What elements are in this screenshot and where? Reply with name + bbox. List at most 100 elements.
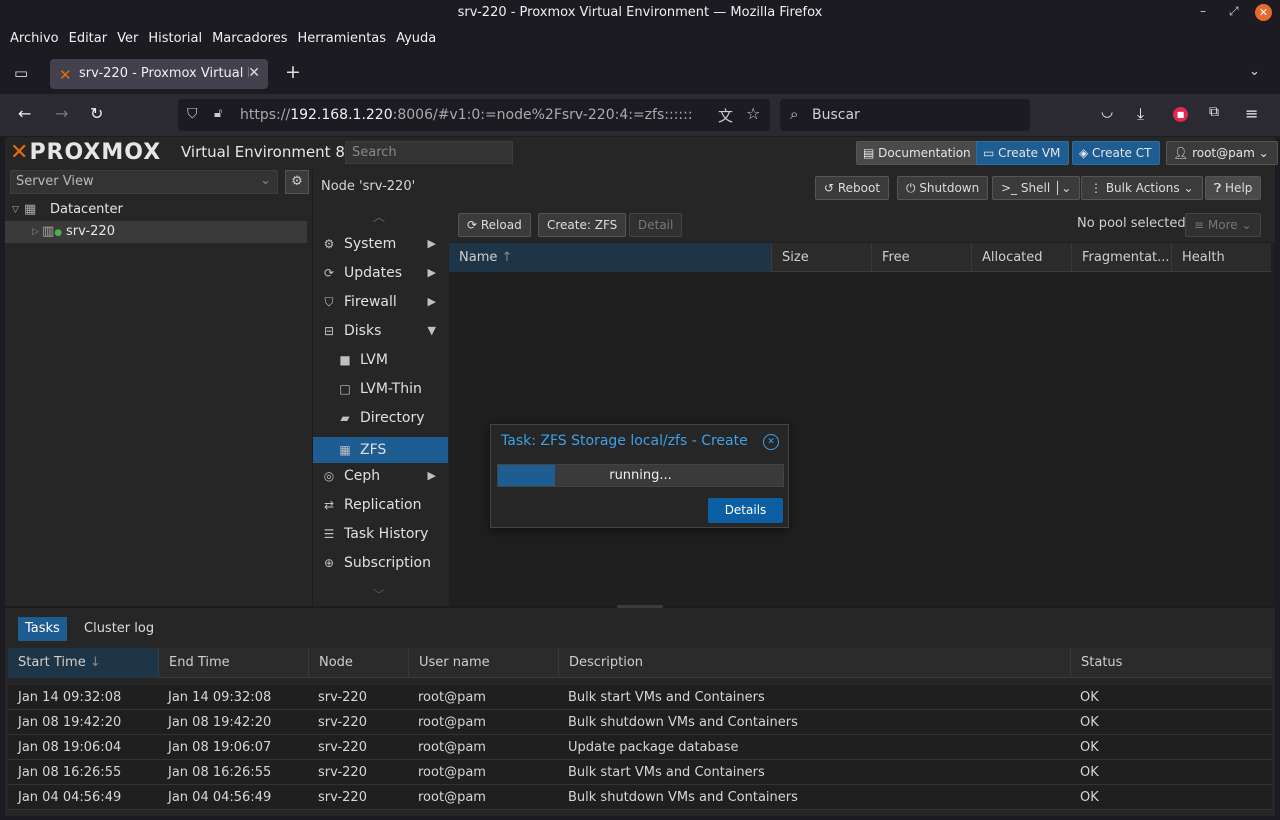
table-row[interactable]: Jan 14 09:32:08 Jan 14 09:32:08 srv-220 roo… (8, 685, 1272, 710)
lock-warning-icon[interactable]: 🔓︎ (214, 106, 222, 121)
column-end-time[interactable]: End Time (158, 648, 308, 678)
forward-icon[interactable]: → (55, 104, 68, 123)
documentation-button[interactable]: ▤ Documentation (856, 141, 980, 165)
menu-item-zfs[interactable]: ▦ ZFS (313, 437, 448, 463)
browser-tab[interactable]: ✕ srv-220 - Proxmox Virtual Environment … (50, 59, 268, 89)
column-start-time[interactable]: Start Time ↓ (8, 648, 158, 678)
tree-item-node[interactable]: ▷ ▥● srv-220 (5, 221, 307, 243)
downloads-icon[interactable]: ⤓ (1137, 104, 1144, 124)
close-icon[interactable]: ✕ (763, 434, 779, 450)
bulk-actions-button[interactable]: ⋮ Bulk Actions ⌄ (1081, 176, 1203, 200)
close-window-icon[interactable]: ✕ (1255, 4, 1272, 21)
menu-herramientas[interactable]: Herramientas (293, 28, 392, 50)
shell-button[interactable]: >_ Shell │⌄ (992, 176, 1081, 200)
reboot-button[interactable]: ↺ Reboot (815, 176, 890, 200)
column-free[interactable]: Free (871, 243, 971, 272)
column-fragmentation[interactable]: Fragmentat... (1071, 243, 1171, 272)
shutdown-button[interactable]: ⏻ Shutdown (897, 176, 989, 200)
cell-user-name: root@pam (418, 740, 486, 755)
detail-button[interactable]: Detail (629, 213, 683, 237)
create-ct-button[interactable]: ◈ Create CT (1072, 141, 1161, 165)
menu-item-system[interactable]: ⚙ System ▶ (313, 231, 448, 257)
menu-editar[interactable]: Editar (64, 28, 113, 50)
collapse-arrow-icon[interactable]: ▽ (12, 199, 19, 221)
list-tabs-icon[interactable]: ⌄ (1249, 64, 1260, 79)
menu-ayuda[interactable]: Ayuda (391, 28, 441, 50)
support-icon: ⊕ (323, 556, 335, 570)
column-status[interactable]: Status (1070, 648, 1272, 678)
table-row[interactable]: Jan 04 04:56:49 Jan 04 04:56:49 srv-220 roo… (8, 785, 1272, 810)
server-online-icon: ▥● (42, 224, 63, 239)
shield-icon[interactable]: ⛉ (187, 106, 198, 122)
back-icon[interactable]: ← (18, 104, 31, 123)
menu-item-subscription[interactable]: ⊕ Subscription (313, 550, 448, 576)
column-size[interactable]: Size (771, 243, 871, 272)
details-button[interactable]: Details (708, 498, 783, 523)
more-button[interactable]: ≡ More ⌄ (1185, 213, 1261, 237)
url-text[interactable]: https://192.168.1.220:8006/#v1:0:=node%2… (240, 107, 693, 123)
hdd-icon: ⊟ (323, 324, 335, 338)
reload-button[interactable]: ⟳ Reload (458, 213, 531, 237)
menu-item-replication[interactable]: ⇄ Replication (313, 492, 448, 518)
column-description[interactable]: Description (558, 648, 1070, 678)
translate-icon[interactable]: 文 (718, 105, 733, 126)
minimize-icon[interactable]: – (1200, 4, 1206, 18)
column-node[interactable]: Node (308, 648, 408, 678)
extension-lock-icon[interactable]: ■ (1173, 107, 1188, 122)
menu-item-directory[interactable]: ▰ Directory (313, 405, 448, 431)
help-button[interactable]: ❓︎ Help (1205, 176, 1262, 200)
tree-label-node: srv-220 (66, 224, 115, 239)
menu-item-updates[interactable]: ⟳ Updates ▶ (313, 260, 448, 286)
create-zfs-button[interactable]: Create: ZFS (538, 213, 627, 237)
menu-item-ceph[interactable]: ◎ Ceph ▶ (313, 463, 448, 489)
reload-page-icon[interactable]: ↻ (90, 104, 103, 123)
table-row[interactable]: Jan 08 19:06:04 Jan 08 19:06:07 srv-220 roo… (8, 735, 1272, 760)
column-health[interactable]: Health (1171, 243, 1271, 272)
tab-overview-icon[interactable]: ▭ (14, 64, 28, 82)
bookmark-star-icon[interactable]: ☆ (746, 104, 760, 123)
new-tab-icon[interactable]: + (285, 61, 301, 83)
table-row[interactable]: Jan 08 19:42:20 Jan 08 19:42:20 srv-220 roo… (8, 710, 1272, 735)
scroll-up-icon[interactable]: ︿ (373, 208, 385, 225)
menu-item-firewall[interactable]: ⛉ Firewall ▶ (313, 289, 448, 315)
menu-historial[interactable]: Historial (143, 28, 207, 50)
column-name[interactable]: Name ↑ (449, 243, 771, 272)
progress-text: running... (609, 468, 672, 483)
user-menu-button[interactable]: 👤︎ root@pam ⌄ (1166, 141, 1278, 165)
cell-status: OK (1080, 715, 1099, 730)
menu-archivo[interactable]: Archivo (0, 28, 64, 50)
pve-header: ✕PROXMOX Virtual Environment 8.1.3 Searc… (5, 137, 1278, 169)
expand-arrow-icon[interactable]: ▷ (32, 221, 39, 243)
column-user-name[interactable]: User name (408, 648, 558, 678)
close-tab-icon[interactable]: ✕ (248, 65, 260, 81)
cell-start-time: Jan 08 19:42:20 (18, 715, 122, 730)
url-bar[interactable]: ⛉ 🔓︎ https://192.168.1.220:8006/#v1:0:=n… (178, 99, 770, 131)
tree-item-datacenter[interactable]: ▽ ▦ Datacenter (5, 199, 307, 221)
menu-item-task-history[interactable]: ☰ Task History (313, 521, 448, 547)
tree-settings-button[interactable]: ⚙ (285, 170, 309, 194)
column-allocated[interactable]: Allocated (971, 243, 1071, 272)
task-dialog: Task: ZFS Storage local/zfs - Create ✕ r… (490, 424, 789, 528)
list-icon: ☰ (323, 527, 335, 541)
cell-description: Bulk start VMs and Containers (568, 690, 765, 705)
pocket-icon[interactable]: ◡ (1101, 104, 1113, 120)
view-selector[interactable]: Server View ⌄ (10, 170, 278, 194)
restore-icon[interactable]: ⤢ (1229, 4, 1239, 19)
menu-ver[interactable]: Ver (112, 28, 143, 50)
create-vm-button[interactable]: ▭ Create VM (976, 141, 1070, 165)
menu-item-lvm[interactable]: ■ LVM (313, 347, 448, 373)
tab-tasks[interactable]: Tasks (18, 617, 67, 641)
proxmox-logo: ✕PROXMOX (10, 140, 162, 165)
table-row[interactable]: Jan 08 16:26:55 Jan 08 16:26:55 srv-220 roo… (8, 760, 1272, 785)
menu-item-lvm-thin[interactable]: □ LVM-Thin (313, 376, 448, 402)
menu-marcadores[interactable]: Marcadores (207, 28, 292, 50)
tab-cluster-log[interactable]: Cluster log (77, 617, 161, 641)
menu-item-disks[interactable]: ⊟ Disks ▼ (313, 318, 448, 344)
scroll-down-icon[interactable]: ﹀ (373, 586, 385, 603)
extensions-icon[interactable]: ⧉ (1209, 104, 1219, 120)
cell-node: srv-220 (318, 790, 367, 805)
web-search-field[interactable]: ⌕ Buscar (780, 99, 1030, 131)
app-menu-icon[interactable]: ≡ (1245, 104, 1258, 123)
pve-search-input[interactable]: Search (345, 141, 513, 164)
zfs-toolbar: ⟳ Reload Create: ZFS Detail No pool sele… (449, 206, 1275, 242)
